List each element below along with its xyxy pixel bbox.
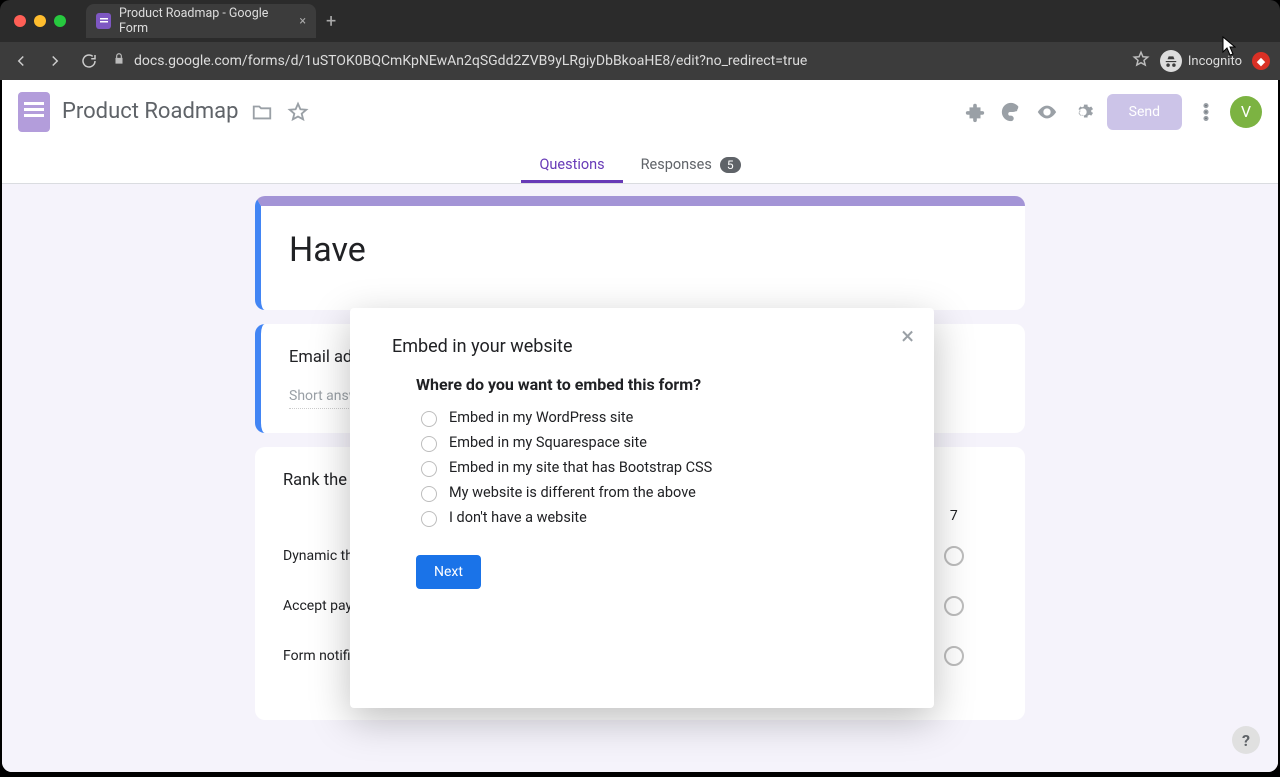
dialog-question: Where do you want to embed this form? [416,375,892,394]
tab-title: Product Roadmap - Google Form [119,6,289,36]
incognito-label: Incognito [1188,54,1242,69]
grid-radio[interactable] [944,596,964,616]
embed-option-label: Embed in my Squarespace site [449,434,647,451]
browser-titlebar: Product Roadmap - Google Form × + [0,0,1280,42]
tab-responses[interactable]: Responses 5 [623,156,759,183]
more-menu-icon[interactable] [1194,100,1218,124]
browser-tab[interactable]: Product Roadmap - Google Form × [86,4,316,38]
incognito-icon [1160,50,1182,72]
form-heading[interactable]: Have [289,230,997,270]
bookmark-star-icon[interactable] [1132,50,1150,72]
address-field[interactable]: docs.google.com/forms/d/1uSTOK0BQCmKpNEw… [112,52,1120,70]
next-button[interactable]: Next [416,555,481,589]
send-button[interactable]: Send [1107,94,1182,130]
help-button[interactable]: ? [1232,726,1260,754]
new-tab-button[interactable]: + [326,11,336,32]
tab-questions[interactable]: Questions [521,156,622,183]
lock-icon [112,52,126,70]
incognito-indicator: Incognito [1160,50,1242,72]
settings-gear-icon[interactable] [1071,100,1095,124]
embed-option[interactable]: Embed in my site that has Bootstrap CSS [416,458,892,477]
window-close-dot[interactable] [14,15,26,27]
palette-icon[interactable] [999,100,1023,124]
radio-input[interactable] [421,461,437,477]
window-minimize-dot[interactable] [34,15,46,27]
forward-button[interactable] [44,50,66,72]
close-icon[interactable]: × [901,324,914,348]
addons-puzzle-icon[interactable] [963,100,987,124]
preview-eye-icon[interactable] [1035,100,1059,124]
grid-radio[interactable] [944,546,964,566]
editor-tabs: Questions Responses 5 [2,144,1278,184]
responses-count-badge: 5 [720,157,741,173]
embed-option-label: My website is different from the above [449,484,696,501]
window-zoom-dot[interactable] [54,15,66,27]
forms-favicon [96,13,111,29]
form-title[interactable]: Product Roadmap [62,99,238,124]
reload-button[interactable] [78,50,100,72]
radio-input[interactable] [421,486,437,502]
embed-option[interactable]: Embed in my Squarespace site [416,433,892,452]
embed-option[interactable]: Embed in my WordPress site [416,408,892,427]
close-icon[interactable]: × [299,14,306,29]
star-icon[interactable] [286,100,310,124]
radio-input[interactable] [421,411,437,427]
embed-dialog: × Embed in your website Where do you wan… [350,308,934,708]
short-answer-placeholder: Short answ [289,388,359,409]
forms-header: Product Roadmap Send V [2,80,1278,144]
radio-input[interactable] [421,511,437,527]
tab-responses-label: Responses [641,156,712,173]
embed-option-label: Embed in my WordPress site [449,409,633,426]
account-avatar[interactable]: V [1230,96,1262,128]
embed-option-label: I don't have a website [449,509,587,526]
form-header-card[interactable]: Have [255,196,1025,310]
move-to-folder-icon[interactable] [250,100,274,124]
notification-indicator[interactable]: ◆ [1252,52,1270,70]
browser-addressbar: docs.google.com/forms/d/1uSTOK0BQCmKpNEw… [0,42,1280,80]
url-text: docs.google.com/forms/d/1uSTOK0BQCmKpNEw… [134,53,807,69]
back-button[interactable] [10,50,32,72]
dialog-title: Embed in your website [392,336,892,357]
forms-logo-icon[interactable] [18,92,50,132]
embed-option-label: Embed in my site that has Bootstrap CSS [449,459,712,476]
radio-input[interactable] [421,436,437,452]
embed-option[interactable]: My website is different from the above [416,483,892,502]
grid-radio[interactable] [944,646,964,666]
embed-option[interactable]: I don't have a website [416,508,892,527]
